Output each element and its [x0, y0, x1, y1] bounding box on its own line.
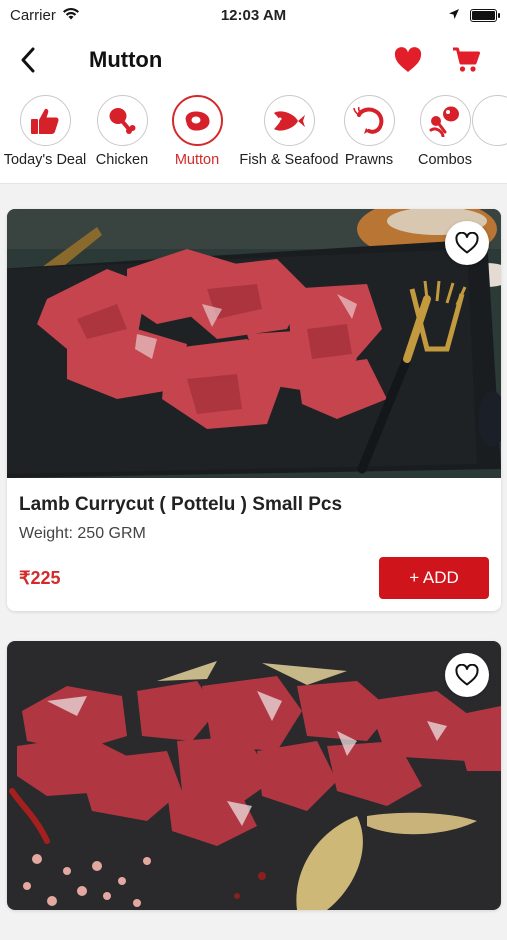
category-scroller[interactable]: Today's Deal Chicken Mutton Fish & Seafo… [0, 90, 507, 184]
product-card[interactable]: Lamb Currycut ( Pottelu ) Small Pcs Weig… [7, 209, 501, 611]
category-label: Combos [418, 152, 472, 168]
battery-icon [470, 8, 500, 22]
carrier-info: Carrier [10, 7, 80, 24]
category-fish-seafood[interactable]: Fish & Seafood [239, 90, 339, 183]
lamb-currycut-photo [7, 209, 501, 478]
favorite-button[interactable] [445, 653, 489, 697]
carrier-label: Carrier [10, 6, 56, 24]
wifi-icon [62, 7, 80, 24]
category-mutton[interactable]: Mutton [169, 90, 225, 183]
drumstick-icon [109, 107, 136, 134]
category-label: Fish & Seafood [239, 152, 339, 168]
product-card[interactable] [7, 641, 501, 910]
product-price: ₹225 [19, 567, 61, 588]
back-arrow-icon [21, 47, 35, 73]
category-combos[interactable]: Combos [417, 90, 473, 183]
category-prawns[interactable]: Prawns [341, 90, 397, 183]
status-bar: Carrier 12:03 AM [0, 0, 507, 30]
product-image [7, 641, 501, 910]
category-label: Mutton [174, 152, 220, 168]
meat-steak-icon [185, 110, 210, 131]
location-arrow-icon [448, 7, 460, 24]
cart-icon [453, 47, 480, 72]
product-name[interactable]: Lamb Currycut ( Pottelu ) Small Pcs [19, 494, 489, 516]
category-label: Chicken [95, 152, 149, 168]
product-weight: Weight: 250 GRM [19, 525, 146, 542]
prawn-icon [353, 106, 384, 134]
fish-icon [274, 110, 305, 131]
category-more[interactable] [471, 90, 507, 183]
add-to-cart-button[interactable]: + ADD [379, 557, 489, 599]
thumbs-up-icon [31, 108, 59, 134]
heart-outline-icon [455, 232, 479, 254]
category-chicken[interactable]: Chicken [95, 90, 149, 183]
category-todays-deal[interactable]: Today's Deal [3, 90, 87, 183]
heart-icon [394, 47, 422, 72]
battery-level [472, 10, 495, 20]
wishlist-button[interactable] [393, 42, 423, 78]
product-image [7, 209, 501, 478]
back-button[interactable] [0, 30, 56, 90]
category-label: Prawns [344, 152, 394, 168]
heart-outline-icon [455, 664, 479, 686]
mutton-pieces-photo [7, 641, 501, 910]
page-title: Mutton [89, 47, 163, 72]
cart-button[interactable] [451, 42, 481, 78]
category-label: Today's Deal [3, 152, 87, 168]
nav-bar: Mutton [0, 30, 507, 90]
favorite-button[interactable] [445, 221, 489, 265]
product-list: Lamb Currycut ( Pottelu ) Small Pcs Weig… [7, 209, 501, 940]
combo-icon [429, 106, 459, 137]
